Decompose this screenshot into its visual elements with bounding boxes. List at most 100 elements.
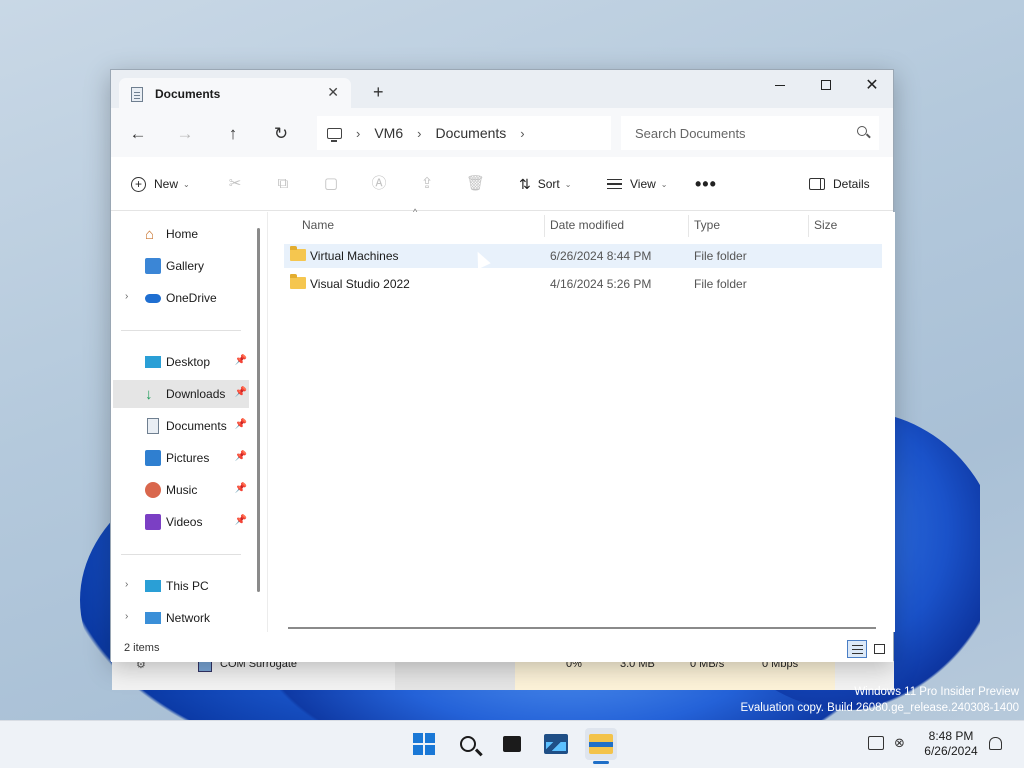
file-explorer-taskbar-button[interactable] (585, 728, 617, 760)
chevron-right-icon[interactable]: › (125, 579, 128, 590)
this-pc-icon[interactable] (327, 127, 342, 142)
home-icon: ⌂ (145, 226, 155, 243)
network-icon (145, 612, 161, 624)
details-icon (809, 178, 825, 190)
network-disconnected-icon[interactable]: ⊗ (894, 736, 910, 750)
view-button[interactable]: View ⌄ (607, 173, 668, 195)
pin-icon[interactable]: 📌 (235, 355, 247, 366)
task-view-icon (503, 733, 525, 752)
sidebar-item-this-pc[interactable]: › This PC (113, 572, 249, 600)
file-explorer-icon (589, 734, 613, 754)
minimize-icon (775, 84, 785, 86)
tab-close-button[interactable]: ✕ (327, 84, 339, 101)
file-type: File folder (694, 249, 747, 263)
new-button[interactable]: + New ⌄ (131, 173, 190, 195)
sidebar-item-documents[interactable]: Documents 📌 (113, 412, 249, 440)
share-icon[interactable]: ⇪ (418, 175, 436, 193)
sidebar-item-gallery[interactable]: Gallery (113, 252, 249, 280)
table-row[interactable]: Visual Studio 2022 4/16/2024 5:26 PM Fil… (284, 272, 882, 296)
breadcrumb-vm6[interactable]: VM6 (374, 125, 403, 141)
task-manager-taskbar-button[interactable] (540, 728, 572, 760)
nav-divider (121, 554, 241, 555)
search-input[interactable]: Search Documents (621, 116, 879, 150)
file-list: ^ Name Date modified Type Size Virtual M… (267, 207, 895, 632)
rename-icon[interactable]: Ⓐ (370, 175, 388, 193)
folder-icon (290, 274, 306, 289)
details-view-button[interactable] (847, 640, 867, 658)
this-pc-icon (145, 580, 161, 592)
paste-icon[interactable]: ▢ (322, 175, 340, 193)
pin-icon[interactable]: 📌 (235, 483, 247, 494)
taskbar-search-button[interactable] (452, 728, 484, 760)
details-label: Details (833, 177, 870, 191)
pin-icon[interactable]: 📌 (235, 387, 247, 398)
more-options-button[interactable]: ••• (695, 173, 717, 195)
sidebar-item-home[interactable]: ⌂ Home (113, 220, 249, 248)
maximize-button[interactable] (803, 70, 849, 100)
new-tab-button[interactable]: + (373, 82, 384, 103)
tiles-view-icon (873, 644, 885, 654)
sidebar-item-music[interactable]: Music 📌 (113, 476, 249, 504)
breadcrumb-documents[interactable]: Documents (435, 125, 506, 141)
breadcrumb-separator[interactable]: › (417, 126, 421, 141)
breadcrumb-separator[interactable]: › (356, 126, 360, 141)
folder-icon (290, 246, 306, 261)
copy-icon[interactable]: ⧉ (274, 175, 292, 193)
pin-icon[interactable]: 📌 (235, 451, 247, 462)
sidebar-item-onedrive[interactable]: › OneDrive (113, 284, 249, 312)
tiles-view-button[interactable] (869, 640, 889, 658)
onedrive-icon (145, 294, 161, 303)
sidebar-item-pictures[interactable]: Pictures 📌 (113, 444, 249, 472)
chevron-right-icon[interactable]: › (125, 291, 128, 302)
file-explorer-window: Documents ✕ + ✕ ← → ↑ ↻ › VM6 › Document… (110, 69, 895, 662)
minimize-button[interactable] (757, 70, 803, 100)
cut-icon[interactable]: ✂ (226, 175, 244, 193)
sort-ascending-icon: ^ (413, 207, 418, 217)
sort-button[interactable]: ⇅ Sort ⌄ (519, 173, 571, 195)
task-view-button[interactable] (496, 728, 528, 760)
delete-icon[interactable]: 🗑 (466, 175, 485, 193)
up-button[interactable]: ↑ (219, 120, 247, 148)
sidebar-item-desktop[interactable]: Desktop 📌 (113, 348, 249, 376)
pin-icon[interactable]: 📌 (235, 515, 247, 526)
system-clock[interactable]: 8:48 PM 6/26/2024 (916, 729, 986, 759)
search-placeholder: Search Documents (635, 125, 746, 141)
column-header-type[interactable]: Type (694, 218, 720, 232)
clock-time: 8:48 PM (928, 729, 974, 743)
sidebar-item-videos[interactable]: Videos 📌 (113, 508, 249, 536)
sidebar-item-network[interactable]: › Network (113, 604, 249, 632)
clock-date: 6/26/2024 (924, 744, 978, 758)
pin-icon[interactable]: 📌 (235, 419, 247, 430)
sort-label: Sort (537, 177, 560, 191)
close-button[interactable]: ✕ (849, 70, 895, 100)
status-bar: 2 items (111, 636, 893, 662)
details-pane-button[interactable]: Details (809, 173, 870, 195)
column-header-name[interactable]: Name (302, 218, 334, 232)
task-manager-icon (544, 734, 568, 754)
column-header-date[interactable]: Date modified (550, 218, 624, 232)
breadcrumb[interactable]: › VM6 › Documents › (317, 116, 611, 150)
file-name: Virtual Machines (310, 249, 399, 263)
watermark-edition: Windows 11 Pro Insider Preview (854, 686, 1019, 698)
column-header-size[interactable]: Size (814, 218, 837, 232)
chevron-right-icon[interactable]: › (125, 611, 128, 622)
start-button[interactable] (408, 728, 440, 760)
file-type: File folder (694, 277, 747, 291)
new-icon: + (131, 176, 146, 192)
sidebar-item-downloads[interactable]: ↓ Downloads 📌 (113, 380, 249, 408)
horizontal-scrollbar[interactable] (288, 627, 876, 629)
monitor-tray-icon[interactable] (868, 736, 884, 750)
table-row[interactable]: Virtual Machines 6/26/2024 8:44 PM File … (284, 244, 882, 268)
forward-button[interactable]: → (171, 120, 199, 148)
breadcrumb-separator[interactable]: › (520, 126, 524, 141)
item-count: 2 items (124, 642, 160, 654)
notification-bell-icon[interactable] (989, 737, 1002, 750)
command-bar: + New ⌄ ✂ ⧉ ▢ Ⓐ ⇪ 🗑 ⇅ Sort ⌄ View ⌄ ••• … (111, 157, 893, 211)
gallery-icon (145, 258, 161, 274)
nav-scrollbar[interactable] (257, 228, 260, 592)
tab-documents[interactable]: Documents ✕ (119, 78, 351, 110)
back-button[interactable]: ← (124, 120, 152, 148)
search-icon[interactable] (857, 126, 867, 136)
downloads-icon: ↓ (145, 386, 153, 403)
refresh-button[interactable]: ↻ (267, 120, 295, 148)
